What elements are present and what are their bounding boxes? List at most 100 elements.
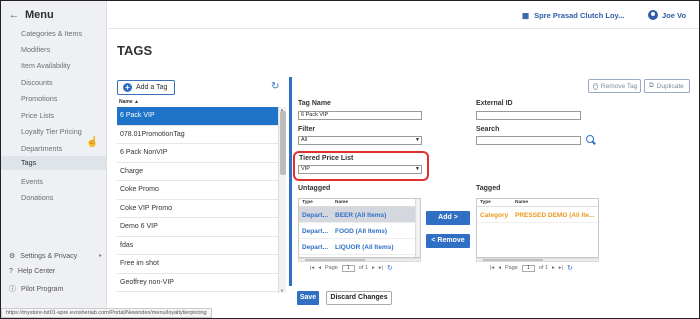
sidebar-item-discounts[interactable]: Discounts bbox=[21, 78, 53, 87]
scroll-down-icon[interactable]: ▼ bbox=[280, 288, 284, 293]
sidebar-item-price-lists[interactable]: Price Lists bbox=[21, 111, 54, 120]
external-id-label: External ID bbox=[476, 100, 513, 107]
refresh-icon[interactable]: ↻ bbox=[387, 264, 393, 272]
sidebar-item-promotions[interactable]: Promotions bbox=[21, 94, 57, 103]
tiered-price-list-label: Tiered Price List bbox=[299, 155, 354, 162]
search-icon[interactable] bbox=[586, 135, 594, 143]
table-row[interactable]: Depart... FOOD (All Items) bbox=[299, 223, 420, 239]
tag-name-label: Tag Name bbox=[298, 100, 331, 107]
row-name: FOOD (All Items) bbox=[335, 228, 388, 235]
row-type: Depart... bbox=[302, 244, 329, 251]
sidebar-item-modifiers[interactable]: Modifiers bbox=[21, 45, 50, 54]
sidebar-footer-help[interactable]: ? Help Center bbox=[9, 268, 55, 275]
table-row[interactable]: Category PRESSED DEMO (All Ite... bbox=[477, 207, 598, 223]
last-page-icon[interactable]: ▸| bbox=[379, 265, 383, 271]
top-bar: ▦ Spre Prasad Clutch Loy... Joe Vo bbox=[108, 1, 699, 29]
scrollbar-thumb[interactable] bbox=[280, 111, 286, 175]
list-item[interactable]: 078.01PromotionTag bbox=[117, 126, 278, 144]
tag-list-scrollbar[interactable]: ▲ ▼ bbox=[278, 107, 286, 293]
page-number-input[interactable]: 1 bbox=[521, 264, 535, 272]
sidebar-item-item-availability[interactable]: Item Availability bbox=[21, 61, 70, 70]
next-page-icon[interactable]: ▸ bbox=[372, 265, 375, 271]
plus-icon: + bbox=[123, 83, 132, 92]
prev-page-icon[interactable]: ◂ bbox=[498, 265, 501, 271]
save-button[interactable]: Save bbox=[297, 291, 319, 305]
gear-icon: ⚙ bbox=[9, 253, 16, 260]
list-item[interactable]: 6 Pack NonVIP bbox=[117, 144, 278, 163]
tagged-hscroll[interactable] bbox=[476, 258, 599, 262]
list-item[interactable]: 6 Pack VIP bbox=[117, 107, 278, 126]
table-row[interactable]: Depart... BEER (All Items) bbox=[299, 207, 420, 223]
remove-tag-label: Remove Tag bbox=[600, 82, 638, 90]
filter-select[interactable]: All bbox=[298, 136, 422, 145]
sidebar: ← Menu Categories & Items Modifiers Item… bbox=[1, 1, 107, 318]
info-icon: ⓘ bbox=[9, 286, 16, 293]
untagged-label: Untagged bbox=[298, 185, 331, 192]
store-icon: ▦ bbox=[522, 11, 530, 20]
tagged-label: Tagged bbox=[476, 185, 501, 192]
sidebar-item-tags[interactable]: Tags bbox=[1, 156, 106, 170]
sidebar-item-events[interactable]: Events bbox=[21, 177, 43, 186]
sidebar-item-donations[interactable]: Donations bbox=[21, 193, 53, 202]
hscroll-thumb[interactable] bbox=[483, 259, 543, 261]
tagged-col-name[interactable]: Name bbox=[515, 200, 528, 205]
untagged-hscroll[interactable] bbox=[298, 258, 421, 262]
last-page-icon[interactable]: ▸| bbox=[559, 265, 563, 271]
search-input[interactable] bbox=[476, 136, 581, 145]
page-of-label: of 1 bbox=[538, 265, 549, 271]
sidebar-footer-settings[interactable]: ⚙ Settings & Privacy ▸ bbox=[9, 252, 102, 261]
tagged-col-type[interactable]: Type bbox=[480, 200, 491, 205]
back-arrow-icon[interactable]: ← bbox=[9, 10, 19, 21]
list-column-header[interactable]: Name ▲ bbox=[117, 99, 278, 107]
table-row[interactable]: Depart... LIQUOR (All Items) bbox=[299, 239, 420, 255]
chevron-down-icon[interactable]: ▼ bbox=[415, 166, 420, 172]
row-name: LIQUOR (All Items) bbox=[335, 244, 394, 251]
list-item[interactable]: Demo 6 VIP bbox=[117, 218, 278, 237]
untagged-col-name[interactable]: Name bbox=[335, 200, 348, 205]
first-page-icon[interactable]: |◂ bbox=[310, 265, 314, 271]
list-item[interactable]: Geoffrey non-VIP bbox=[117, 274, 278, 292]
search-label: Search bbox=[476, 126, 500, 133]
next-page-icon[interactable]: ▸ bbox=[552, 265, 555, 271]
sidebar-item-categories-items[interactable]: Categories & Items bbox=[21, 29, 82, 38]
sidebar-title: Menu bbox=[25, 9, 54, 21]
sidebar-footer-pilot[interactable]: ⓘ Pilot Program bbox=[9, 284, 63, 294]
list-item[interactable]: Free im shot bbox=[117, 255, 278, 274]
untagged-col-type[interactable]: Type bbox=[302, 200, 313, 205]
external-id-input[interactable] bbox=[476, 111, 581, 120]
refresh-icon[interactable]: ↻ bbox=[271, 81, 279, 92]
untagged-pager: |◂ ◂ Page 1 of 1 ▸ ▸| ↻ bbox=[310, 264, 393, 272]
add-button[interactable]: Add > bbox=[426, 211, 470, 225]
sidebar-item-departments[interactable]: Departments bbox=[21, 144, 62, 153]
add-tag-label: Add a Tag bbox=[136, 84, 168, 91]
tagged-grid: Type Name Category PRESSED DEMO (All Ite… bbox=[476, 198, 599, 258]
sidebar-item-loyalty-tier-pricing[interactable]: Loyalty Tier Pricing bbox=[21, 127, 82, 136]
remove-button[interactable]: < Remove bbox=[426, 234, 470, 248]
untagged-scrollbar[interactable] bbox=[415, 199, 420, 257]
row-name: PRESSED DEMO (All Ite... bbox=[515, 212, 595, 219]
list-item[interactable]: fdas bbox=[117, 237, 278, 255]
hscroll-thumb[interactable] bbox=[305, 259, 365, 261]
list-item[interactable]: Charge bbox=[117, 163, 278, 181]
help-label: Help Center bbox=[17, 268, 56, 275]
duplicate-button[interactable]: ⧉ Duplicate bbox=[644, 79, 690, 93]
store-name: Spre Prasad Clutch Loy... bbox=[534, 11, 625, 20]
prev-page-icon[interactable]: ◂ bbox=[318, 265, 321, 271]
remove-tag-button[interactable]: − Remove Tag bbox=[588, 79, 641, 93]
add-tag-button[interactable]: + Add a Tag bbox=[117, 80, 175, 95]
store-selector[interactable]: ▦ Spre Prasad Clutch Loy... bbox=[522, 11, 624, 20]
untagged-grid-header: Type Name bbox=[299, 199, 420, 207]
user-menu[interactable]: Joe Vo bbox=[648, 10, 686, 20]
page-title: TAGS bbox=[117, 43, 153, 58]
tag-name-input[interactable]: 6 Pack VIP bbox=[298, 111, 422, 120]
tiered-price-list-select[interactable]: VIP bbox=[298, 165, 422, 174]
page-label: Page bbox=[504, 265, 518, 271]
chevron-down-icon[interactable]: ▼ bbox=[415, 137, 420, 143]
discard-changes-button[interactable]: Discard Changes bbox=[326, 291, 392, 305]
page-number-input[interactable]: 1 bbox=[341, 264, 355, 272]
list-item[interactable]: Coke Promo bbox=[117, 181, 278, 200]
refresh-icon[interactable]: ↻ bbox=[567, 264, 573, 272]
list-item[interactable]: Coke VIP Promo bbox=[117, 200, 278, 218]
untagged-grid: Type Name Depart... BEER (All Items) Dep… bbox=[298, 198, 421, 258]
first-page-icon[interactable]: |◂ bbox=[490, 265, 494, 271]
